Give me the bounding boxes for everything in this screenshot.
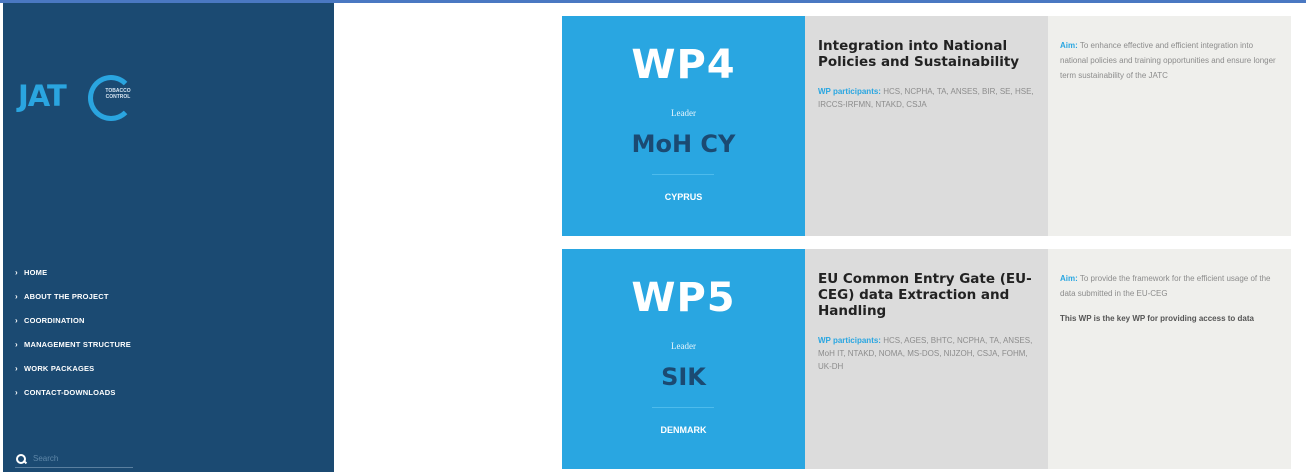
nav-item-work-packages[interactable]: › WORK PACKAGES	[15, 356, 131, 380]
nav-item-label: COORDINATION	[24, 315, 85, 325]
wp-participants-label: WP participants:	[818, 87, 881, 96]
wp-title: Integration into National Policies and S…	[818, 38, 1020, 70]
nav-item-coordination[interactable]: › COORDINATION	[15, 308, 131, 332]
chevron-right-icon: ›	[15, 363, 18, 373]
wp-country: CYPRUS	[664, 192, 703, 202]
wp-leader-label: Leader	[671, 108, 696, 118]
site-logo[interactable]: JAT TOBACCO CONTROL	[18, 69, 148, 129]
nav-item-contact-downloads[interactable]: › CONTACT-DOWNLOADS	[15, 380, 131, 404]
search-input[interactable]	[33, 454, 131, 463]
nav-item-management-structure[interactable]: › MANAGEMENT STRUCTURE	[15, 332, 131, 356]
wp-aim-text: To enhance effective and efficient integ…	[1060, 41, 1276, 80]
search-bar	[15, 450, 133, 468]
wp-leader-name: SIK	[661, 363, 706, 391]
nav-item-label: ABOUT THE PROJECT	[24, 291, 109, 301]
wp-participants: WP participants: HCS, AGES, BHTC, NCPHA,…	[818, 334, 1036, 373]
wp-leader-label: Leader	[671, 341, 696, 351]
nav-item-label: HOME	[24, 267, 48, 277]
wp-aim-label: Aim:	[1060, 41, 1078, 50]
main-nav: › HOME › ABOUT THE PROJECT › COORDINATIO…	[15, 260, 131, 404]
search-icon[interactable]	[15, 452, 29, 466]
chevron-right-icon: ›	[15, 339, 18, 349]
divider	[652, 174, 714, 175]
wp-code: WP4	[631, 42, 736, 88]
work-package-card: WP5 Leader SIK DENMARK EU Common Entry G…	[562, 249, 1291, 469]
nav-item-home[interactable]: › HOME	[15, 260, 131, 284]
wp-aim: Aim: To enhance effective and efficient …	[1060, 38, 1279, 83]
logo-subtitle: TOBACCO CONTROL	[105, 88, 131, 100]
wp-aim-text: To provide the framework for the efficie…	[1060, 274, 1271, 298]
wp-aim: Aim: To provide the framework for the ef…	[1060, 271, 1279, 301]
wp-leader-panel: WP4 Leader MoH CY CYPRUS	[562, 16, 805, 236]
wp-country: DENMARK	[660, 425, 707, 435]
wp-aim-label: Aim:	[1060, 274, 1078, 283]
chevron-right-icon: ›	[15, 267, 18, 277]
sidebar: JAT TOBACCO CONTROL › HOME › ABOUT THE P…	[3, 3, 334, 472]
wp-aim-panel: Aim: To enhance effective and efficient …	[1048, 16, 1291, 236]
logo-text: JAT	[18, 79, 67, 113]
nav-item-label: WORK PACKAGES	[24, 363, 95, 373]
nav-item-about-the-project[interactable]: › ABOUT THE PROJECT	[15, 284, 131, 308]
wp-leader-panel: WP5 Leader SIK DENMARK	[562, 249, 805, 469]
wp-aim-panel: Aim: To provide the framework for the ef…	[1048, 249, 1291, 469]
wp-leader-name: MoH CY	[631, 130, 736, 158]
divider	[652, 407, 714, 408]
chevron-right-icon: ›	[15, 315, 18, 325]
wp-participants-label: WP participants:	[818, 336, 881, 345]
wp-code: WP5	[631, 275, 736, 321]
chevron-right-icon: ›	[15, 387, 18, 397]
wp-participants: WP participants: HCS, NCPHA, TA, ANSES, …	[818, 85, 1036, 111]
nav-item-label: MANAGEMENT STRUCTURE	[24, 339, 131, 349]
work-package-card: WP4 Leader MoH CY CYPRUS Integration int…	[562, 16, 1291, 236]
wp-title: EU Common Entry Gate (EU-CEG) data Extra…	[818, 271, 1032, 319]
wp-title-panel: EU Common Entry Gate (EU-CEG) data Extra…	[805, 249, 1048, 469]
wp-note: This WP is the key WP for providing acce…	[1060, 314, 1254, 323]
wp-title-panel: Integration into National Policies and S…	[805, 16, 1048, 236]
nav-item-label: CONTACT-DOWNLOADS	[24, 387, 116, 397]
chevron-right-icon: ›	[15, 291, 18, 301]
